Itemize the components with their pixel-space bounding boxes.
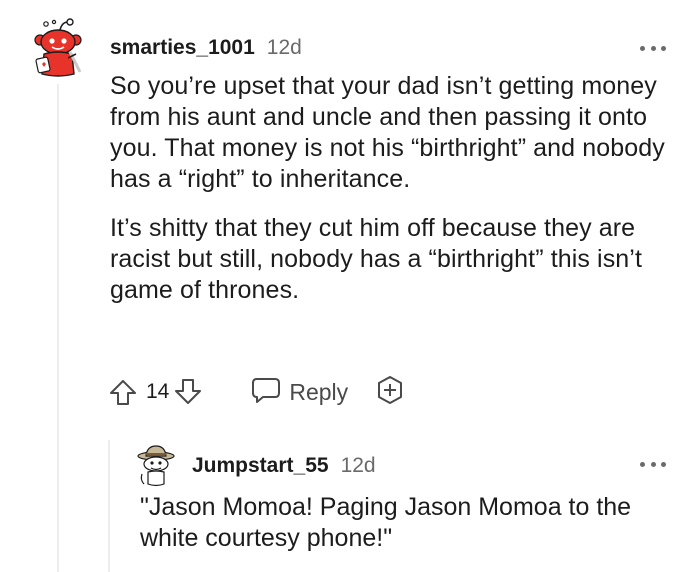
- comment-body: So you’re upset that your dad isn’t gett…: [110, 71, 670, 324]
- comment-thread: smarties_1001 12d So you’re upset that y…: [0, 0, 700, 572]
- comment-paragraph: So you’re upset that your dad isn’t gett…: [110, 72, 665, 193]
- downvote-icon[interactable]: [173, 377, 203, 407]
- dot-icon: [650, 45, 656, 51]
- dot-icon: [661, 461, 666, 467]
- snoo-avatar-explorer-icon[interactable]: [136, 444, 176, 490]
- upvote-icon[interactable]: [108, 377, 138, 407]
- snoo-avatar-red-icon[interactable]: [30, 18, 86, 78]
- comment-username[interactable]: smarties_1001: [110, 36, 255, 60]
- comment-timestamp: 12d: [266, 36, 302, 59]
- reply-bubble-icon: [251, 376, 281, 409]
- reply-text: "Jason Momoa! Paging Jason Momoa to the …: [140, 493, 632, 552]
- thread-line[interactable]: [57, 84, 59, 572]
- comment-actions: 14 Reply: [108, 374, 406, 410]
- comment-paragraph: It’s shitty that they cut him off becaus…: [110, 214, 643, 304]
- award-button[interactable]: [374, 374, 406, 411]
- more-options-icon[interactable]: [640, 44, 666, 52]
- comment-meta: smarties_1001 12d: [110, 36, 302, 60]
- dot-icon: [661, 45, 666, 51]
- dot-icon: [650, 461, 656, 467]
- reply-meta: Jumpstart_55 12d: [192, 454, 376, 478]
- vote-score: 14: [146, 380, 170, 403]
- reply-username[interactable]: Jumpstart_55: [192, 454, 329, 478]
- award-plus-icon: [374, 374, 406, 411]
- dot-icon: [640, 461, 645, 467]
- reply-button[interactable]: Reply: [251, 376, 348, 409]
- reply-body: "Jason Momoa! Paging Jason Momoa to the …: [140, 492, 670, 554]
- more-options-icon[interactable]: [640, 460, 666, 468]
- reply-label: Reply: [289, 378, 349, 405]
- dot-icon: [640, 45, 645, 51]
- reply-timestamp: 12d: [340, 454, 376, 477]
- reply-thread-line[interactable]: [108, 440, 110, 572]
